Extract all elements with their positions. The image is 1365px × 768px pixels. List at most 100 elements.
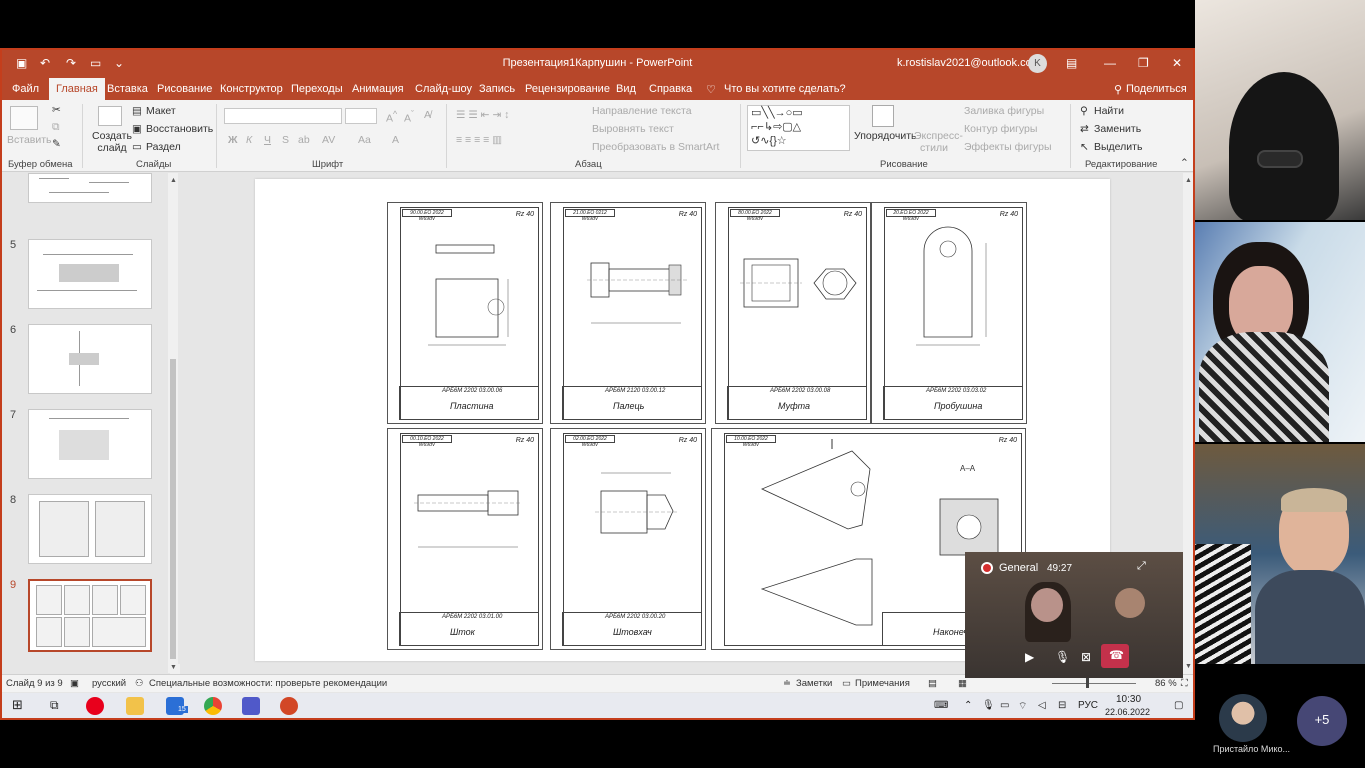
shape-fill-button[interactable]: Заливка фигуры (964, 105, 1044, 117)
font-size-field[interactable] (345, 108, 377, 124)
participant-avatar[interactable] (1219, 694, 1267, 742)
font-name-field[interactable] (224, 108, 342, 124)
account-avatar[interactable]: K (1028, 54, 1047, 73)
drawing-sheet[interactable]: 80.00.ЕО 2022 W69dV Rz 40 АРБ6М 2202 03.… (715, 202, 871, 424)
section-button[interactable]: Раздел (146, 141, 181, 153)
tab-design[interactable]: Конструктор (220, 83, 283, 95)
hang-up-button[interactable]: ☎ (1101, 644, 1129, 668)
spacing-button[interactable]: AV (322, 134, 335, 146)
file-explorer-icon[interactable] (126, 697, 144, 715)
align-icons[interactable]: ≡ ≡ ≡ ≡ ▥ (456, 134, 502, 146)
participant-video-tile[interactable] (1195, 222, 1365, 442)
replace-button[interactable]: Заменить (1094, 123, 1141, 135)
tell-me-search[interactable]: Что вы хотите сделать? (724, 83, 846, 95)
teams-icon[interactable] (242, 697, 260, 715)
mic-icon[interactable]: 🎙 (982, 700, 995, 711)
drawing-sheet[interactable]: 02.00.ЕО 2022 W69dV Rz 40 АРБ6М 2202 03.… (550, 428, 706, 650)
battery-icon[interactable]: ▭ (1000, 700, 1009, 711)
drawing-sheet[interactable]: 21.00.ЕО 0212 W69dV Rz 40 АРБ6М 2120 03.… (550, 202, 706, 424)
minimize-icon[interactable]: — (1104, 56, 1116, 70)
paste-button[interactable]: Вставить (7, 134, 52, 146)
more-participants-button[interactable]: +5 (1297, 696, 1347, 746)
new-slide-button[interactable]: Создать слайд (92, 130, 132, 154)
clock-date[interactable]: 22.06.2022 (1105, 707, 1150, 717)
participant-video-tile[interactable] (1195, 0, 1365, 220)
layout-button[interactable]: Макет (146, 105, 176, 117)
microphone-icon[interactable]: 🎙 (1055, 650, 1070, 664)
grow-font-icon[interactable]: A^ (386, 109, 397, 125)
find-button[interactable]: Найти (1094, 105, 1124, 117)
powerpoint-icon[interactable] (280, 697, 298, 715)
bold-button[interactable]: Ж (228, 134, 238, 146)
slide-scrollbar[interactable]: ▲ ▼ (1183, 173, 1193, 676)
arrange-icon[interactable] (872, 105, 894, 127)
tab-help[interactable]: Справка (649, 83, 692, 95)
shape-outline-button[interactable]: Контур фигуры (964, 123, 1037, 135)
new-slide-icon[interactable] (98, 106, 122, 126)
shadow-button[interactable]: ab (298, 134, 310, 146)
account-email[interactable]: k.rostislav2021@outlook.com (897, 57, 1041, 69)
spellcheck-icon[interactable]: ▣ (70, 678, 79, 689)
share-button[interactable]: Поделиться (1126, 83, 1187, 95)
tab-view[interactable]: Вид (616, 83, 636, 95)
camera-icon[interactable]: ▶ (1025, 650, 1034, 664)
format-painter-icon[interactable]: ✎ (52, 138, 61, 150)
slide-thumbnail-selected[interactable] (28, 579, 152, 652)
clear-format-icon[interactable]: A̸ (424, 109, 431, 121)
reset-button[interactable]: Восстановить (146, 123, 213, 135)
thumbnails-scrollbar[interactable]: ▲ (168, 173, 178, 673)
slide-thumbnail[interactable] (28, 173, 152, 203)
shrink-font-icon[interactable]: Aˇ (404, 109, 414, 125)
slide-thumbnail[interactable] (28, 324, 152, 394)
close-icon[interactable]: ✕ (1172, 56, 1182, 70)
underline-button[interactable]: Ч (264, 134, 271, 146)
participant-video-tile[interactable] (1195, 444, 1365, 664)
start-icon[interactable]: ⊞ (12, 697, 23, 713)
accessibility-status[interactable]: Специальные возможности: проверьте реком… (149, 678, 387, 689)
notes-button[interactable]: Заметки (796, 678, 832, 689)
arrange-button[interactable]: Упорядочить (854, 130, 916, 142)
sorter-view-icon[interactable]: ▦ (958, 678, 967, 689)
drawing-sheet[interactable]: 00.10.ЕО 2022 W69dV Rz 40 АРБ6М 2202 03.… (387, 428, 543, 650)
teams-mini-call[interactable]: General 49:27 ⤢ ▶ 🎙 ⊠ ☎ (965, 552, 1183, 678)
fit-slide-icon[interactable]: ⛶ (1181, 678, 1188, 689)
comments-button[interactable]: Примечания (855, 678, 910, 689)
font-color-button[interactable]: A (392, 134, 399, 146)
paste-icon[interactable] (10, 106, 38, 130)
tab-animations[interactable]: Анимация (352, 83, 404, 95)
tab-review[interactable]: Рецензирование (525, 83, 610, 95)
tab-insert[interactable]: Вставка (107, 83, 148, 95)
cut-icon[interactable]: ✂ (52, 104, 61, 116)
zoom-level[interactable]: 86 % (1155, 678, 1177, 689)
language-indicator[interactable]: русский (92, 678, 126, 689)
slide-thumbnail[interactable] (28, 409, 152, 479)
copy-icon[interactable]: ⧉ (52, 121, 60, 134)
opera-icon[interactable] (86, 697, 104, 715)
slide-thumbnail[interactable] (28, 494, 152, 564)
shape-effects-button[interactable]: Эффекты фигуры (964, 141, 1052, 153)
share-screen-icon[interactable]: ⊠ (1081, 650, 1091, 664)
text-direction-button[interactable]: Направление текста (592, 105, 692, 117)
tab-draw[interactable]: Рисование (157, 83, 212, 95)
task-view-icon[interactable]: ⧉ (50, 698, 59, 713)
tab-file[interactable]: Файл (12, 83, 39, 95)
ribbon-display-icon[interactable]: ▤ (1066, 56, 1077, 70)
language-icon[interactable]: ⊟ (1058, 700, 1066, 711)
align-text-button[interactable]: Выровнять текст (592, 123, 674, 135)
collapse-ribbon-icon[interactable]: ⌃ (1180, 157, 1189, 169)
tray-expand-icon[interactable]: ⌃ (964, 700, 972, 711)
chrome-icon[interactable] (204, 697, 222, 715)
italic-button[interactable]: К (246, 134, 252, 146)
restore-icon[interactable]: ❐ (1138, 56, 1149, 70)
tab-record[interactable]: Запись (479, 83, 515, 95)
drawing-sheet[interactable]: 20.ЕО.ЕО 2022 W69dV Rz 40 АРБ6М 2202 03.… (871, 202, 1027, 424)
tab-home[interactable]: Главная (49, 78, 105, 100)
wifi-icon[interactable]: ⌔ (1018, 700, 1027, 713)
keyboard-icon[interactable]: ⌨ (934, 700, 948, 711)
tab-transitions[interactable]: Переходы (291, 83, 343, 95)
input-language[interactable]: РУС (1078, 700, 1098, 711)
tab-slideshow[interactable]: Слайд-шоу (415, 83, 472, 95)
clock-time[interactable]: 10:30 (1116, 694, 1141, 705)
notifications-icon[interactable]: ▢ (1174, 700, 1183, 711)
zoom-slider-thumb[interactable] (1086, 678, 1089, 688)
